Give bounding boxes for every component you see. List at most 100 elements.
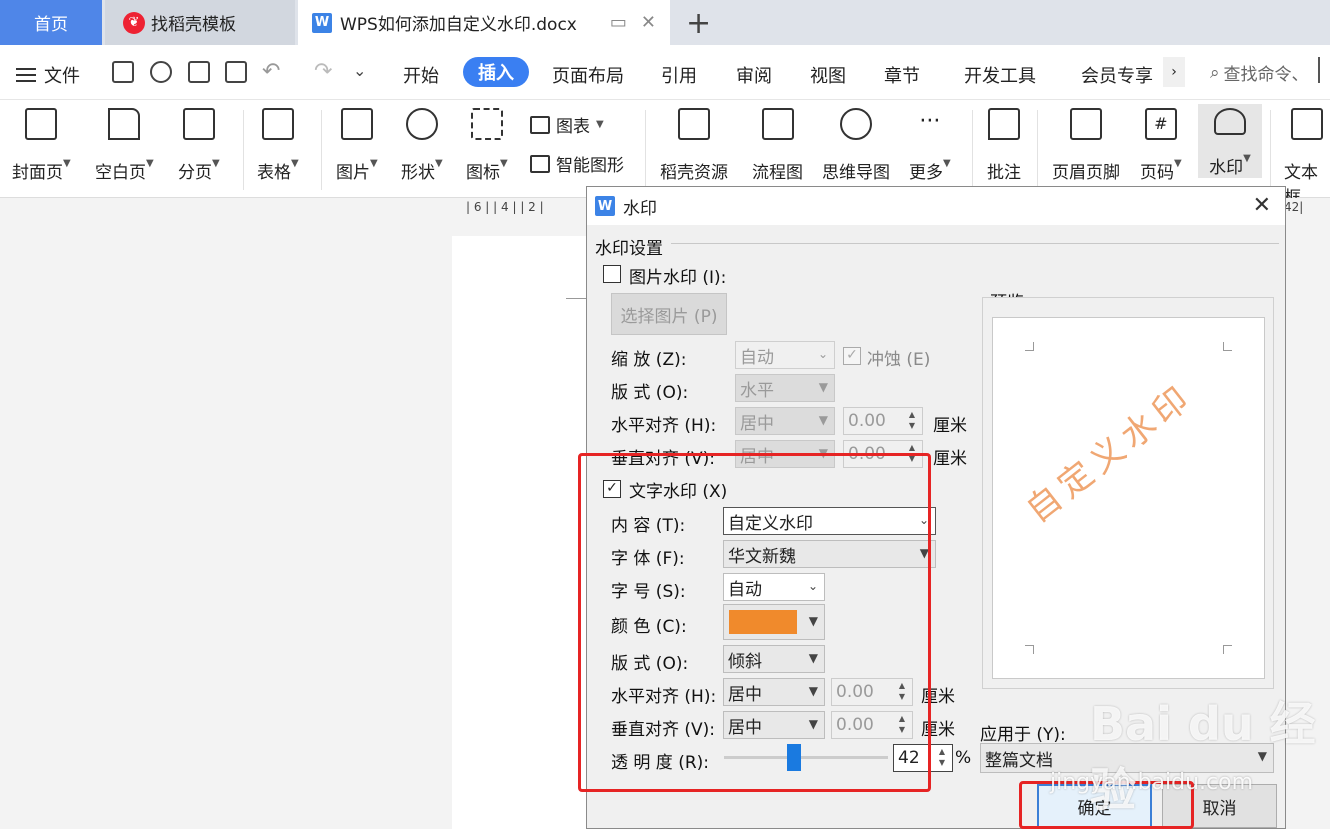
table-icon: [261, 108, 294, 140]
percent-label: %: [955, 748, 972, 768]
shape-button[interactable]: 形状▼: [401, 108, 443, 183]
file-menu[interactable]: 文件: [16, 62, 80, 88]
section-divider: [671, 243, 1279, 244]
tab-home-label: 首页: [34, 15, 68, 35]
command-search-placeholder: 查找命令、: [1223, 65, 1309, 85]
cover-page-icon: [25, 108, 58, 140]
menu-page-layout[interactable]: 页面布局: [552, 62, 624, 88]
header-footer-button[interactable]: 页眉页脚: [1052, 108, 1120, 183]
ribbon-divider: [1037, 110, 1038, 190]
flowchart-label: 流程图: [752, 163, 803, 183]
blank-page-label: 空白页: [95, 163, 146, 183]
picture-halign-select[interactable]: 居中 ▼: [735, 407, 835, 435]
customize-quickbar-icon[interactable]: ⌄: [353, 61, 366, 80]
dropdown-arrow-icon: ▼: [818, 380, 828, 394]
page-break-icon: [182, 108, 215, 140]
picture-layout-label: 版 式 (O):: [611, 383, 689, 403]
tab-document[interactable]: W WPS如何添加自定义水印.docx ▭ ✕: [298, 0, 670, 45]
ribbon-divider: [972, 110, 973, 190]
menu-chapter[interactable]: 章节: [884, 62, 920, 88]
document-page[interactable]: [452, 236, 592, 829]
spinner-icon[interactable]: ▲ ▼: [934, 746, 950, 770]
highlight-text-watermark: [578, 453, 931, 792]
menu-start[interactable]: 开始: [403, 62, 439, 88]
menu-references[interactable]: 引用: [661, 62, 697, 88]
dropdown-arrow-icon: ▼: [818, 413, 828, 427]
new-tab-button[interactable]: +: [686, 6, 711, 41]
chart-button[interactable]: 图表 ▼: [530, 112, 604, 137]
page-margin-marker: [566, 298, 588, 299]
menu-review[interactable]: 审阅: [736, 62, 772, 88]
screen-icon[interactable]: ▭: [610, 12, 627, 33]
flowchart-button[interactable]: 流程图: [752, 108, 803, 183]
ribbon-divider: [243, 110, 244, 190]
picture-halign-offset-value: 0.00: [848, 411, 886, 431]
icon-label: 图标: [466, 163, 500, 183]
preview-panel: 自定义水印: [982, 297, 1274, 689]
picture-button[interactable]: 图片▼: [336, 108, 378, 183]
print-preview-icon[interactable]: [225, 61, 247, 83]
ribbon-insert: 封面页▼ 空白页▼ 分页▼ 表格▼ 图片▼ 形状▼ 图标▼ 图表 ▼ 智能图形 稻…: [0, 100, 1330, 208]
picture-watermark-checkbox[interactable]: [603, 265, 621, 283]
textbox-button[interactable]: 文本框: [1284, 108, 1330, 208]
picture-scale-label: 缩 放 (Z):: [611, 350, 687, 370]
picture-halign-offset[interactable]: 0.00 ▲ ▼: [843, 407, 923, 435]
search-caret: [1318, 57, 1320, 83]
washout-checkbox[interactable]: ✓: [843, 347, 861, 365]
margin-corner: [1223, 645, 1232, 654]
smartart-label: 智能图形: [556, 156, 624, 176]
select-image-button[interactable]: 选择图片 (P): [611, 293, 727, 335]
comment-button[interactable]: 批注: [987, 108, 1021, 183]
search-icon: ⌕: [1210, 62, 1220, 83]
table-label: 表格: [257, 163, 291, 183]
picture-halign-unit: 厘米: [933, 416, 967, 436]
margin-corner: [1223, 342, 1232, 351]
page-break-button[interactable]: 分页▼: [178, 108, 220, 183]
menu-scroll-right-icon[interactable]: ›: [1163, 57, 1185, 87]
menu-member[interactable]: 会员专享: [1081, 62, 1153, 88]
picture-label: 图片: [336, 163, 370, 183]
menu-view[interactable]: 视图: [810, 62, 846, 88]
cover-page-button[interactable]: 封面页▼: [12, 108, 71, 183]
export-icon[interactable]: [150, 61, 172, 83]
icon-button[interactable]: 图标▼: [466, 108, 508, 183]
blank-page-button[interactable]: 空白页▼: [95, 108, 154, 183]
spinner-icon[interactable]: ▲ ▼: [904, 409, 920, 433]
menu-developer[interactable]: 开发工具: [964, 62, 1036, 88]
tab-home[interactable]: 首页: [0, 0, 102, 45]
close-tab-icon[interactable]: ✕: [641, 12, 656, 33]
watermark-label: 水印: [1209, 158, 1244, 178]
picture-watermark-label: 图片水印 (I):: [629, 268, 727, 288]
smartart-button[interactable]: 智能图形: [530, 151, 624, 176]
hamburger-icon: [16, 68, 36, 82]
shape-icon: [405, 108, 438, 140]
more-button[interactable]: ··· 更多▼: [909, 108, 951, 183]
command-search[interactable]: ⌕ 查找命令、: [1210, 60, 1309, 86]
mindmap-icon: [840, 108, 872, 140]
horizontal-ruler[interactable]: | 6 | | 4 | | 2 |: [466, 200, 596, 222]
watermark-button[interactable]: 水印▼: [1198, 104, 1262, 178]
page-number-button[interactable]: # 页码▼: [1140, 108, 1182, 183]
tab-daoke-label: 找稻壳模板: [151, 15, 236, 35]
menu-insert[interactable]: 插入: [463, 57, 529, 87]
print-icon[interactable]: [188, 61, 210, 83]
daoke-resource-button[interactable]: 稻壳资源: [660, 108, 728, 183]
redo-icon[interactable]: ↷: [314, 59, 332, 84]
preview-watermark-text: 自定义水印: [1018, 376, 1202, 532]
mindmap-button[interactable]: 思维导图: [822, 108, 890, 183]
tab-daoke-templates[interactable]: ❦ 找稻壳模板: [105, 0, 295, 45]
watermark-icon: [1214, 108, 1246, 135]
shape-label: 形状: [401, 163, 435, 183]
horizontal-ruler-right[interactable]: 42|: [1284, 200, 1330, 222]
header-footer-icon: [1070, 108, 1102, 140]
picture-layout-select[interactable]: 水平 ▼: [735, 374, 835, 402]
save-icon[interactable]: [112, 61, 134, 83]
icons-icon: [470, 108, 503, 140]
close-icon[interactable]: ✕: [1253, 193, 1271, 218]
dialog-titlebar[interactable]: W 水印 ✕: [587, 187, 1285, 225]
table-button[interactable]: 表格▼: [257, 108, 299, 183]
wps-doc-icon: W: [312, 12, 332, 33]
file-menu-label: 文件: [44, 66, 80, 87]
undo-icon[interactable]: ↶: [262, 59, 280, 84]
picture-scale-select[interactable]: 自动 ⌄: [735, 341, 835, 369]
